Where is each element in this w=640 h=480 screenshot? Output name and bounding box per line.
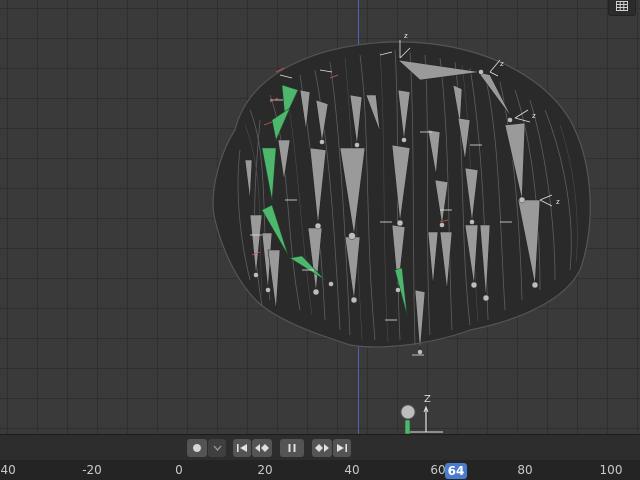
root-z-axis-label: Z [424, 394, 431, 405]
jump-end-icon [337, 444, 347, 452]
jump-to-start-button[interactable] [233, 439, 251, 457]
jump-to-end-button[interactable] [333, 439, 351, 457]
tick-label: 60 [430, 463, 446, 477]
record-button[interactable] [187, 439, 207, 457]
circle-icon [193, 444, 201, 452]
tick-label: 20 [257, 463, 273, 477]
toggle-quad-view-button[interactable] [608, 0, 636, 16]
previous-keyframe-button[interactable] [252, 439, 272, 457]
current-frame-indicator[interactable]: 64 [445, 463, 467, 479]
jump-start-icon [237, 444, 247, 452]
tick-label: -40 [0, 463, 16, 477]
prev-keyframe-icon [255, 444, 269, 452]
hair-armature-scene[interactable]: z z z z [0, 0, 640, 434]
next-keyframe-button[interactable] [312, 439, 332, 457]
tick-label: 80 [517, 463, 533, 477]
timeline-ruler[interactable]: -40 -20 0 20 40 60 80 100 [0, 460, 640, 480]
tick-label: -20 [82, 463, 102, 477]
tick-label: 100 [599, 463, 623, 477]
record-options-dropdown[interactable] [208, 439, 226, 457]
bone-axis-label: z [500, 60, 504, 68]
timeline-header [0, 434, 640, 461]
3d-viewport[interactable]: z z z z Z [0, 0, 640, 434]
tick-label: 0 [175, 463, 183, 477]
chevron-down-icon [213, 445, 221, 451]
bone-axis-label: z [556, 198, 560, 206]
pause-icon [288, 444, 296, 452]
grid-icon [616, 1, 628, 11]
pause-button[interactable] [280, 439, 304, 457]
next-keyframe-icon [315, 444, 329, 452]
bone-axis-label: z [404, 32, 408, 40]
tick-label: 40 [344, 463, 360, 477]
bone-axis-label: z [532, 112, 536, 120]
